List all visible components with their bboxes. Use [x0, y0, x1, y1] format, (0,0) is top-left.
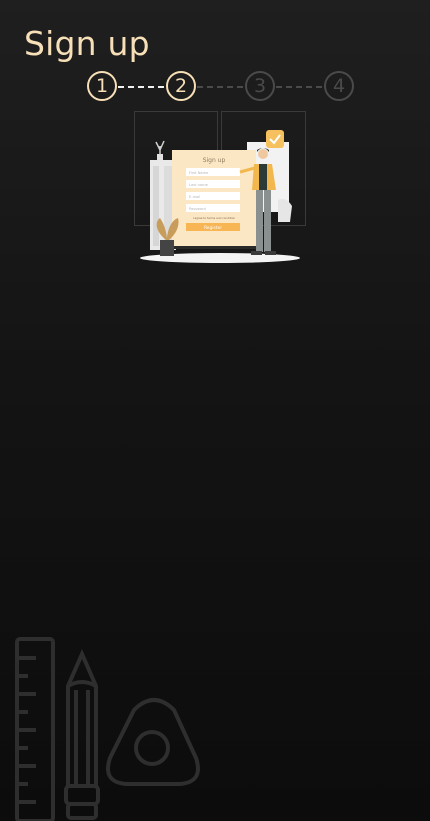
field-email: E-mail: [189, 195, 200, 199]
signup-illustration: Sign up First Name Last name E-mail Pass…: [134, 111, 306, 263]
step-4[interactable]: 4: [324, 71, 354, 101]
form-title: Sign up: [203, 157, 226, 164]
stationery-decoration: [15, 637, 200, 821]
pencil-icon: [64, 649, 100, 820]
page-title: Sign up: [24, 24, 150, 63]
field-last-name: Last name: [189, 183, 209, 187]
register-label: Register: [204, 225, 222, 231]
step-3[interactable]: 3: [245, 71, 275, 101]
field-password: Password: [189, 207, 206, 211]
ruler-icon: [15, 637, 55, 821]
terms-text: I agree to terms and condition: [193, 216, 236, 220]
field-first-name: First Name: [189, 171, 209, 175]
step-connector-3-4: [276, 86, 322, 88]
step-connector-1-2: [118, 86, 164, 88]
step-1[interactable]: 1: [87, 71, 117, 101]
step-2[interactable]: 2: [166, 71, 196, 101]
step-indicator: 1 2 3 4: [0, 68, 430, 108]
triangle-eraser-icon: [106, 698, 200, 786]
step-connector-2-3: [197, 86, 243, 88]
